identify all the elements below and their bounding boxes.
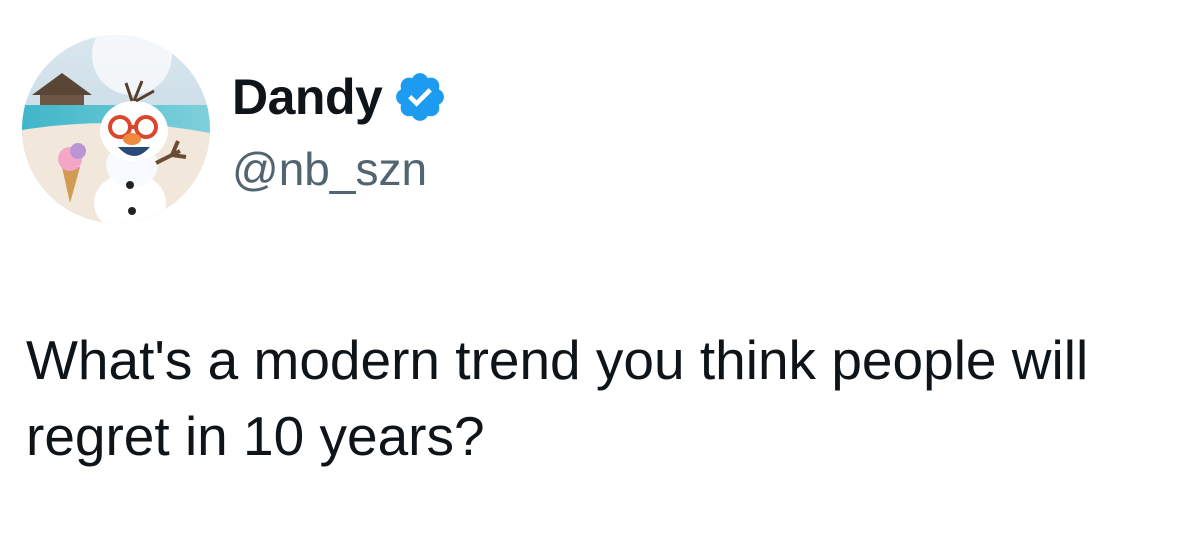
avatar[interactable] <box>22 35 210 223</box>
author-names: Dandy @nb_szn <box>232 49 448 209</box>
verified-badge-icon <box>392 69 448 125</box>
tweet-text: What's a modern trend you think people w… <box>26 329 1089 467</box>
display-name[interactable]: Dandy <box>232 68 383 126</box>
tweet-header: Dandy @nb_szn <box>22 34 448 224</box>
name-row: Dandy <box>232 62 448 132</box>
user-handle[interactable]: @nb_szn <box>232 142 448 196</box>
tweet-card: Dandy @nb_szn What's a modern trend you … <box>0 0 1200 535</box>
avatar-image <box>22 35 210 223</box>
